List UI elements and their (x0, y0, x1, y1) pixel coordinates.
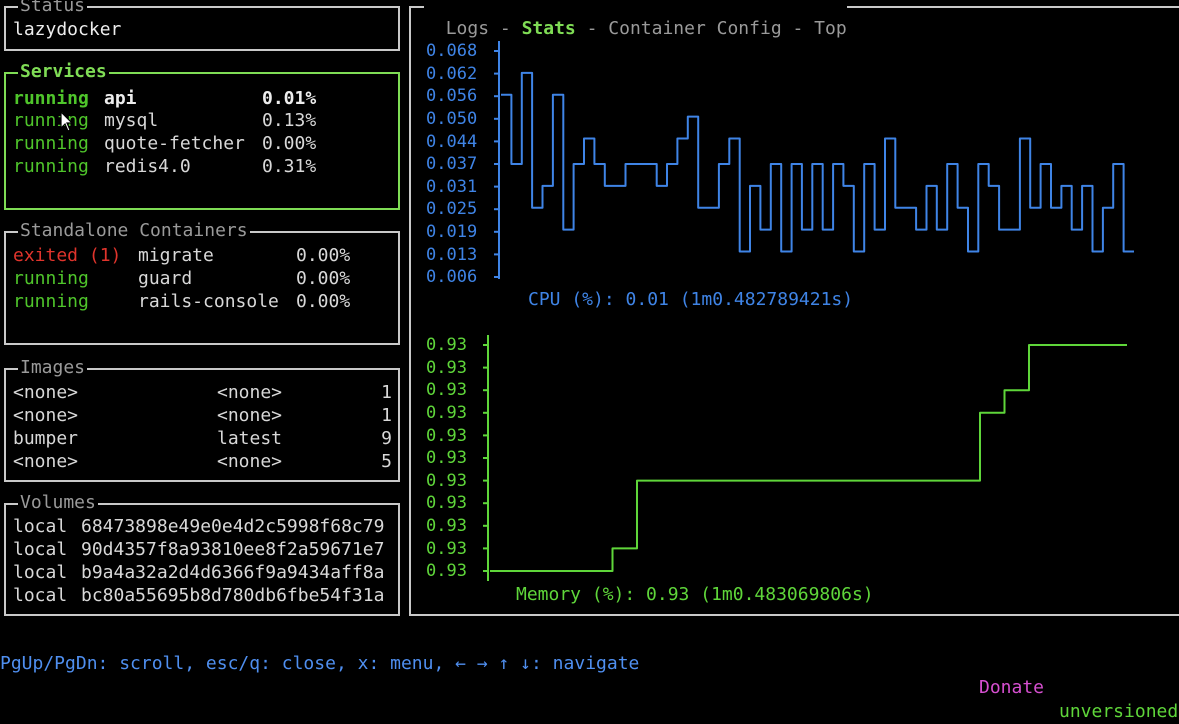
cpu-series-line (501, 71, 1134, 253)
memory-chart (483, 335, 1127, 581)
footer-bar: PgUp/PgDn: scroll, esc/q: close, x: menu… (0, 628, 1179, 722)
stats-charts (483, 41, 1134, 581)
memory-series-line (490, 344, 1127, 572)
donate-link[interactable]: Donate (979, 676, 1044, 700)
version-label: unversioned (1059, 701, 1179, 722)
keybindings-hint: PgUp/PgDn: scroll, esc/q: close, x: menu… (0, 653, 640, 674)
cpu-chart (494, 41, 1134, 279)
